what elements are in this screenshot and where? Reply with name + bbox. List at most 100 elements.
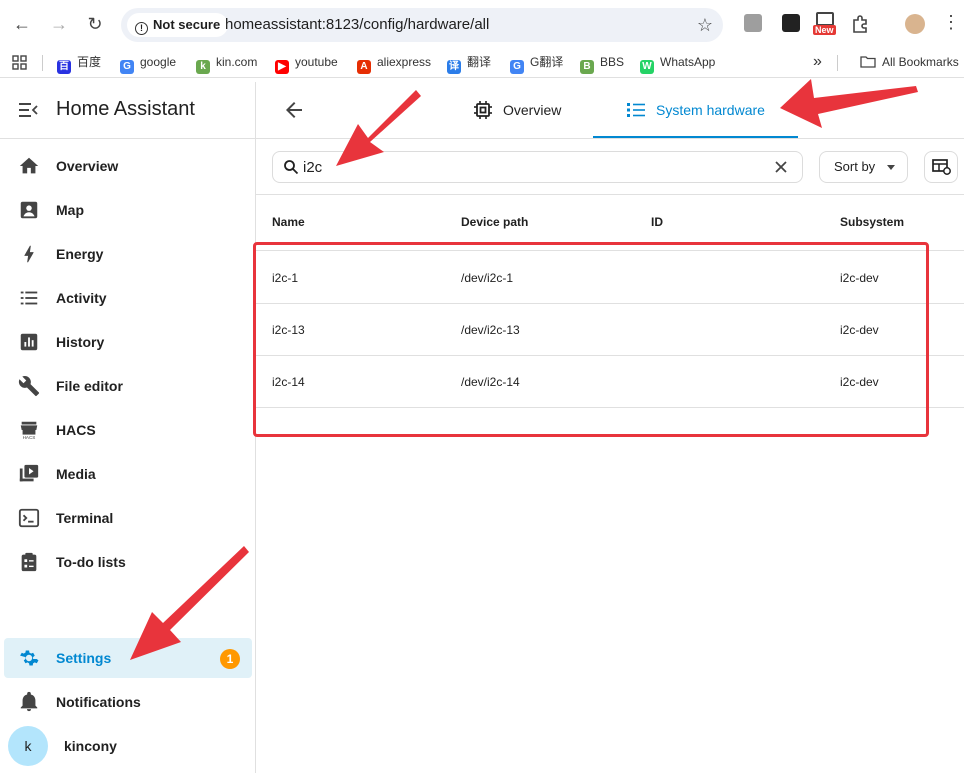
column-header-id[interactable]: ID <box>651 195 663 249</box>
apps-grid-icon[interactable] <box>12 55 27 70</box>
sidebar-item-media[interactable]: Media <box>4 454 252 494</box>
bookmark-label: youtube <box>295 55 338 69</box>
sort-by-button[interactable]: Sort by <box>819 151 908 183</box>
kebab-menu-icon[interactable]: ⋮ <box>942 12 960 33</box>
tab-system-hardware-label: System hardware <box>656 102 765 118</box>
bookmark-item[interactable]: B BBS <box>580 48 624 78</box>
bookmarks-bar: 百百度 Ggoogle k kin.com ▶ youtube Aaliexpress 译翻译… <box>0 48 964 78</box>
bookmark-item[interactable]: Aaliexpress <box>357 48 431 78</box>
back-arrow-icon[interactable] <box>282 98 306 122</box>
table-cog-icon <box>932 159 951 175</box>
sidebar-title: Home Assistant <box>56 98 195 120</box>
browser-toolbar: ← → ↻ ! Not secure homeassistant:8123/con… <box>0 0 964 48</box>
tab-bar: Overview System hardware <box>256 82 964 139</box>
search-input[interactable] <box>303 156 763 178</box>
bookmark-label: kin.com <box>216 55 258 69</box>
sidebar-item-settings[interactable]: Settings 1 <box>4 638 252 678</box>
reload-icon[interactable]: ↻ <box>83 12 107 36</box>
folder-icon <box>860 56 876 68</box>
bookmark-label: google <box>140 55 177 69</box>
sidebar-item-notifications[interactable]: Notifications <box>4 682 252 722</box>
sidebar-item-label: Energy <box>56 246 104 262</box>
sidebar-item-label: File editor <box>56 378 123 394</box>
tab-overview[interactable]: Overview <box>473 82 583 139</box>
bookmark-label: WhatsApp <box>660 55 716 69</box>
address-bar[interactable]: ! Not secure homeassistant:8123/config/ha… <box>121 8 723 42</box>
search-box <box>272 151 803 183</box>
bookmark-favicon-icon: W <box>640 60 654 74</box>
column-header-name[interactable]: Name <box>272 195 305 249</box>
sidebar-item-file-editor[interactable]: File editor <box>4 366 252 406</box>
sidebar-item-label: To-do lists <box>56 554 126 570</box>
bell-icon <box>20 691 38 712</box>
warning-icon: ! <box>135 22 148 35</box>
extension-new-icon[interactable]: New <box>813 12 837 38</box>
hacs-icon: HACS <box>20 421 38 440</box>
bookmark-star-icon[interactable]: ☆ <box>697 8 713 42</box>
sidebar-item-terminal[interactable]: Terminal <box>4 498 252 538</box>
tab-system-hardware[interactable]: System hardware <box>626 82 786 139</box>
bookmark-label: 百度 <box>77 55 102 69</box>
sidebar: Home Assistant Overview Map Energy Activity… <box>0 82 256 773</box>
sidebar-item-label: Activity <box>56 290 107 306</box>
terminal-icon <box>18 508 40 528</box>
forward-arrow-icon[interactable]: → <box>47 12 71 36</box>
bookmark-item[interactable]: k kin.com <box>196 48 257 78</box>
puzzle-icon[interactable] <box>850 14 870 34</box>
bookmark-item[interactable]: G G翻译 <box>510 48 563 78</box>
sidebar-item-label: HACS <box>56 422 96 438</box>
sidebar-item-to-do-lists[interactable]: To-do lists <box>4 542 252 582</box>
sidebar-item-hacs[interactable]: HACS HACS <box>4 410 252 450</box>
list-icon <box>627 103 645 117</box>
column-header-device-path[interactable]: Device path <box>461 195 528 249</box>
bookmark-divider <box>42 55 43 71</box>
bookmark-favicon-icon: 百 <box>57 60 71 74</box>
extension-1b-icon[interactable] <box>744 14 762 32</box>
bookmark-divider <box>837 55 838 71</box>
back-arrow-icon[interactable]: ← <box>10 12 34 36</box>
bookmark-favicon-icon: 译 <box>447 60 461 74</box>
bookmark-favicon-icon: G <box>120 60 134 74</box>
profile-avatar[interactable] <box>905 14 925 34</box>
sidebar-item-label: Media <box>56 466 96 482</box>
extension-record-icon[interactable] <box>782 14 800 32</box>
security-label: Not secure <box>153 17 221 32</box>
lightning-icon <box>24 245 34 263</box>
menu-collapse-icon[interactable] <box>18 100 38 120</box>
sidebar-item-overview[interactable]: Overview <box>4 146 252 186</box>
bookmark-item[interactable]: Ggoogle <box>120 48 176 78</box>
bookmark-favicon-icon: ▶ <box>275 60 289 74</box>
close-icon[interactable] <box>772 158 790 176</box>
sidebar-item-map[interactable]: Map <box>4 190 252 230</box>
bookmark-item[interactable]: 译翻译 <box>447 48 491 78</box>
sidebar-item-energy[interactable]: Energy <box>4 234 252 274</box>
bookmark-label: 翻译 <box>467 55 492 69</box>
home-icon <box>19 157 39 174</box>
bookmark-item[interactable]: W WhatsApp <box>640 48 715 78</box>
list-icon <box>20 291 38 305</box>
bookmark-item[interactable]: ▶ youtube <box>275 48 338 78</box>
sidebar-item-label: Map <box>56 202 84 218</box>
all-bookmarks-label: All Bookmarks <box>882 55 959 69</box>
search-icon <box>284 160 299 175</box>
sidebar-header: Home Assistant <box>0 82 255 139</box>
column-header-subsystem[interactable]: Subsystem <box>840 195 904 249</box>
annotation-highlight-box <box>253 242 929 437</box>
table-settings-button[interactable] <box>924 151 958 183</box>
bookmark-favicon-icon: B <box>580 60 594 74</box>
clipboard-icon <box>21 552 37 572</box>
sidebar-item-history[interactable]: History <box>4 322 252 362</box>
all-bookmarks-link[interactable]: All Bookmarks <box>860 48 959 78</box>
bookmark-label: aliexpress <box>377 55 432 69</box>
sidebar-item-user[interactable]: k kincony <box>4 722 252 770</box>
chart-icon <box>20 333 38 351</box>
sidebar-item-activity[interactable]: Activity <box>4 278 252 318</box>
bookmark-label: G翻译 <box>530 55 564 69</box>
bookmark-label: BBS <box>600 55 625 69</box>
url-text[interactable]: homeassistant:8123/config/hardware/all <box>225 8 489 42</box>
bookmark-item[interactable]: 百百度 <box>57 48 101 78</box>
security-chip[interactable]: ! Not secure <box>127 13 229 37</box>
tab-overview-label: Overview <box>503 102 562 118</box>
media-icon <box>19 464 39 482</box>
more-bookmarks-icon[interactable]: » <box>813 48 822 78</box>
